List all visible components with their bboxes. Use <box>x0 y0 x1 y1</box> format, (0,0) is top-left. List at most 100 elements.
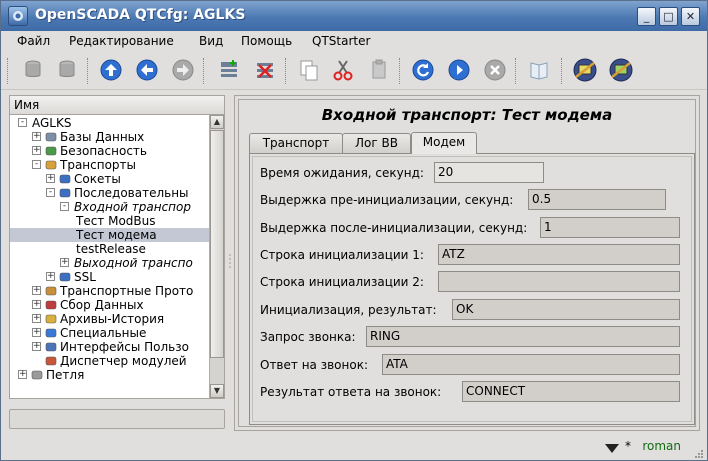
toolbar-handle[interactable] <box>7 58 10 84</box>
tree-item[interactable]: + Петля <box>10 368 210 382</box>
cut-icon[interactable] <box>329 56 357 84</box>
tree-item[interactable]: + Интерфейсы Пользо <box>10 340 210 354</box>
expand-icon[interactable]: + <box>46 272 55 281</box>
tree-item-label: AGLKS <box>32 116 72 130</box>
menu-edit[interactable]: Редактирование <box>69 34 174 48</box>
manual-icon[interactable] <box>525 56 553 84</box>
expand-icon[interactable]: + <box>32 286 41 295</box>
ui-vision-icon[interactable] <box>571 56 599 84</box>
tree-item[interactable]: + Архивы-История <box>10 312 210 326</box>
expand-icon[interactable]: + <box>32 300 41 309</box>
tree-header[interactable]: Имя <box>9 95 225 115</box>
navigation-tree[interactable]: + Петля Диспетчер модулей + Интерфейсы Польз… <box>9 115 225 399</box>
collapse-icon[interactable]: - <box>46 188 55 197</box>
init-string-2-label: Строка инициализации 2: <box>260 275 424 289</box>
copy-icon[interactable] <box>295 56 323 84</box>
expand-icon[interactable]: + <box>32 328 41 337</box>
tree-item[interactable]: - Входной транспор <box>10 200 210 214</box>
tree-scrollbar[interactable]: ▲ ▼ <box>209 115 224 398</box>
tree-status-field <box>9 409 225 429</box>
expand-icon[interactable]: + <box>32 132 41 141</box>
tree-item-label: Тест модема <box>76 228 157 242</box>
up-icon[interactable] <box>97 56 125 84</box>
ring-request-field[interactable]: RING <box>366 326 680 347</box>
timeout-field[interactable]: 20 <box>434 162 544 183</box>
resize-grip-icon[interactable] <box>693 447 703 461</box>
expand-icon[interactable]: + <box>18 370 27 379</box>
scroll-down-arrow-icon[interactable]: ▼ <box>210 384 224 398</box>
menu-qtstarter[interactable]: QTStarter <box>312 34 370 48</box>
pre-init-delay-label: Выдержка пре-инициализации, секунд: <box>260 193 514 207</box>
start-icon[interactable] <box>445 56 473 84</box>
scroll-thumb[interactable] <box>210 130 224 358</box>
ring-answer-field[interactable]: ATA <box>382 354 680 375</box>
init-string-1-label: Строка инициализации 1: <box>260 248 424 262</box>
tree-item[interactable]: - Транспорты <box>10 158 210 172</box>
tree-item[interactable]: + Базы Данных <box>10 130 210 144</box>
tree-item[interactable]: + Сокеты <box>10 172 210 186</box>
forward-icon[interactable] <box>169 56 197 84</box>
tree-item[interactable]: Тест ModBus <box>10 214 210 228</box>
ring-answer-result-field[interactable]: CONNECT <box>462 381 680 402</box>
db-load-icon[interactable] <box>19 56 47 84</box>
modem-tab-pane: Время ожидания, секунд: 20 Выдержка пре-… <box>249 153 695 425</box>
menu-file[interactable]: Файл <box>17 34 50 48</box>
collapse-icon[interactable]: - <box>60 202 69 211</box>
expand-icon[interactable]: + <box>32 314 41 323</box>
tree-item-label: Диспетчер модулей <box>60 354 187 368</box>
tree-item-label: Петля <box>46 368 85 382</box>
tree-item-label: Сокеты <box>74 172 121 186</box>
ring-answer-label: Ответ на звонок: <box>260 358 368 372</box>
tree-item[interactable]: - Последовательны <box>10 186 210 200</box>
tree-item[interactable]: testRelease <box>10 242 210 256</box>
collapse-icon[interactable]: - <box>32 160 41 169</box>
protocol-icon <box>45 285 57 297</box>
tab-io-log[interactable]: Лог ВВ <box>342 133 411 153</box>
expand-icon[interactable]: + <box>32 146 41 155</box>
expand-icon[interactable]: + <box>60 258 69 267</box>
add-item-icon[interactable] <box>215 56 243 84</box>
expand-icon[interactable]: + <box>32 342 41 351</box>
tree-item[interactable]: + Выходной транспо <box>10 256 210 270</box>
db-icon <box>45 131 57 143</box>
tab-transport[interactable]: Транспорт <box>249 133 343 153</box>
scroll-up-arrow-icon[interactable]: ▲ <box>210 115 224 129</box>
close-button[interactable]: ✕ <box>681 7 700 26</box>
init-string-2-field[interactable] <box>438 271 680 292</box>
item-panel: Входной транспорт: Тест модема Транспорт… <box>234 95 700 431</box>
ui-vision-run-icon[interactable] <box>607 56 635 84</box>
current-user[interactable]: roman <box>642 439 681 453</box>
post-init-delay-field[interactable]: 1 <box>540 217 680 238</box>
expand-icon[interactable]: + <box>46 174 55 183</box>
reload-icon[interactable] <box>409 56 437 84</box>
ring-answer-result-label: Результат ответа на звонок: <box>260 385 442 399</box>
menu-help[interactable]: Помощь <box>241 34 292 48</box>
stop-icon[interactable] <box>481 56 509 84</box>
minimize-button[interactable]: _ <box>637 7 656 26</box>
tree-item[interactable]: Диспетчер модулей <box>10 354 210 368</box>
menu-arrow-icon[interactable] <box>605 442 619 456</box>
pre-init-delay-field[interactable]: 0.5 <box>528 189 666 210</box>
timeout-label: Время ожидания, секунд: <box>260 166 424 180</box>
panel-splitter[interactable] <box>228 95 232 429</box>
maximize-button[interactable]: □ <box>659 7 678 26</box>
tree-item[interactable]: + Безопасность <box>10 144 210 158</box>
collapse-icon[interactable]: - <box>18 118 27 127</box>
tree-item[interactable]: Тест модема <box>10 228 210 242</box>
title-bar[interactable]: OpenSCADA QTCfg: AGLKS _ □ ✕ <box>1 1 707 31</box>
paste-icon[interactable] <box>365 56 393 84</box>
tree-item[interactable]: - AGLKS <box>10 116 210 130</box>
init-string-1-field[interactable]: ATZ <box>438 244 680 265</box>
db-save-icon[interactable] <box>53 56 81 84</box>
tab-modem[interactable]: Модем <box>411 132 477 154</box>
tree-item[interactable]: + SSL <box>10 270 210 284</box>
back-icon[interactable] <box>133 56 161 84</box>
tree-item-label: Сбор Данных <box>60 298 144 312</box>
security-icon <box>45 145 57 157</box>
init-result-field[interactable]: OK <box>452 299 680 320</box>
tree-item[interactable]: + Специальные <box>10 326 210 340</box>
tree-item[interactable]: + Транспортные Прото <box>10 284 210 298</box>
tree-item[interactable]: + Сбор Данных <box>10 298 210 312</box>
delete-item-icon[interactable] <box>251 56 279 84</box>
menu-view[interactable]: Вид <box>199 34 223 48</box>
